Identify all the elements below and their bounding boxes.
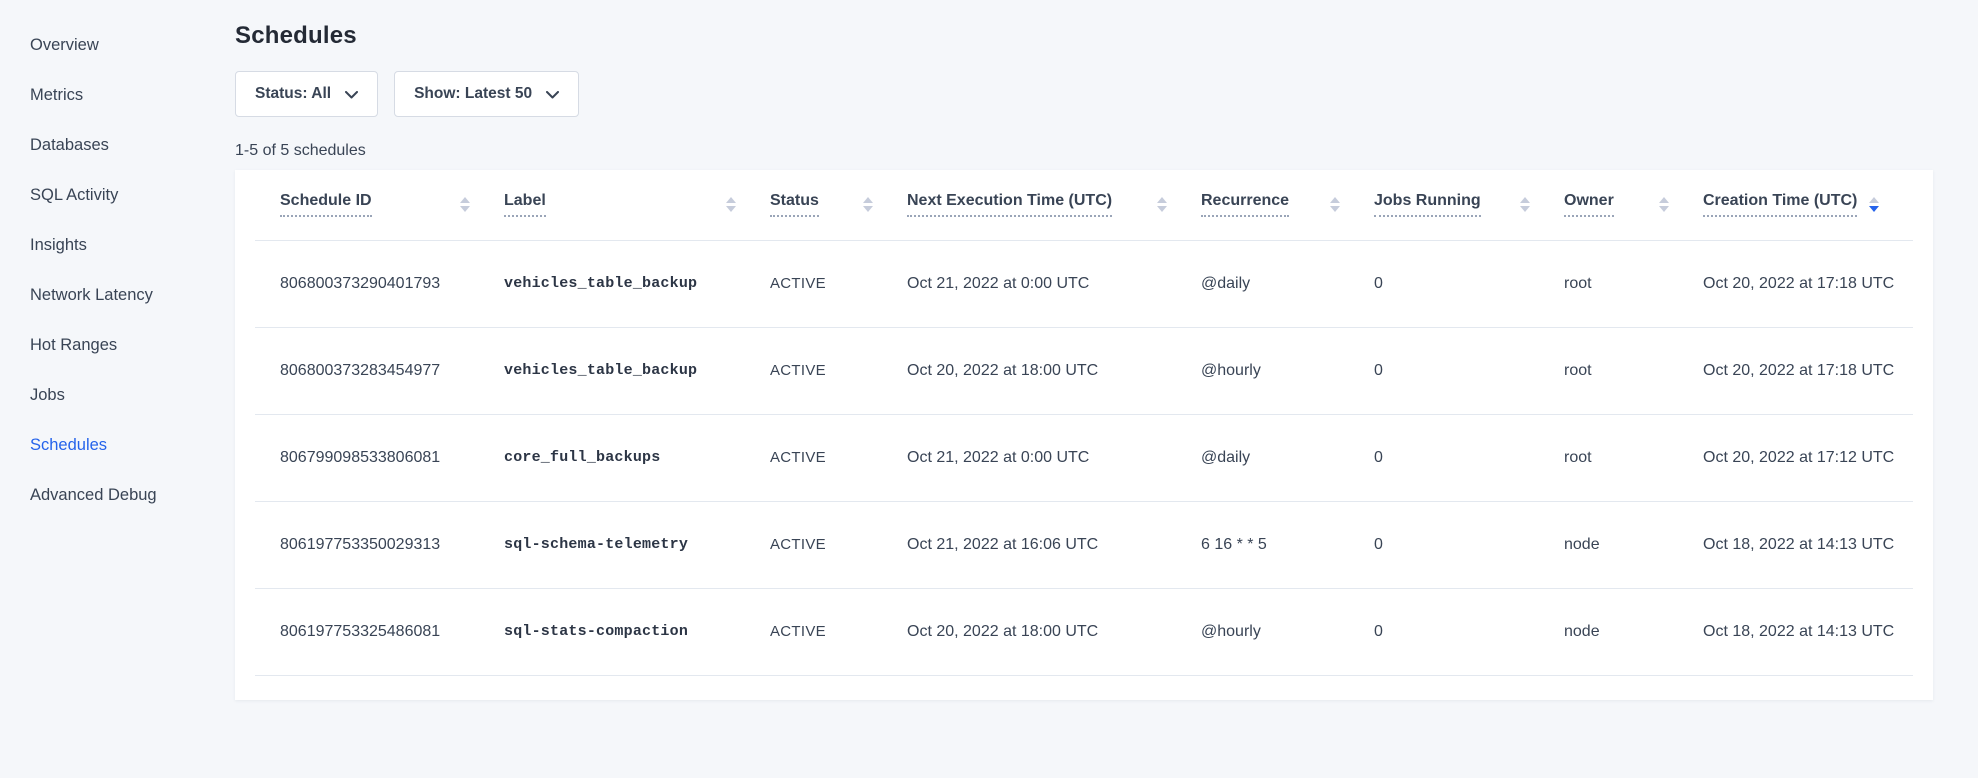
page-title: Schedules [235,22,1978,50]
cell-label: sql-schema-telemetry [504,501,770,588]
sidebar-item-databases[interactable]: Databases [0,120,235,170]
cell-owner: root [1564,327,1703,414]
cell-schedule-id: 806800373283454977 [255,327,504,414]
show-limit-dropdown[interactable]: Show: Latest 50 [394,71,579,117]
sort-icon [863,197,873,212]
cell-next-execution: Oct 21, 2022 at 0:00 UTC [907,414,1201,501]
cell-schedule-id: 806800373290401793 [255,240,504,327]
cell-creation-time: Oct 20, 2022 at 17:12 UTC [1703,414,1913,501]
cell-recurrence: @daily [1201,414,1374,501]
sort-icon [1157,197,1167,212]
cell-status: ACTIVE [770,501,907,588]
sort-icon [1330,197,1340,212]
column-header-label[interactable]: Label [504,170,770,240]
cell-schedule-id: 806197753325486081 [255,588,504,675]
cell-jobs-running: 0 [1374,588,1564,675]
cell-jobs-running: 0 [1374,327,1564,414]
results-count: 1-5 of 5 schedules [235,142,1978,160]
table-row: 806197753350029313 sql-schema-telemetry … [255,501,1913,588]
cell-status: ACTIVE [770,240,907,327]
schedules-table-card: Schedule ID Label Status Next Execution … [235,170,1933,700]
cell-owner: root [1564,240,1703,327]
main-content: Schedules Status: All Show: Latest 50 1-… [235,0,1978,700]
cell-creation-time: Oct 20, 2022 at 17:18 UTC [1703,240,1913,327]
cell-recurrence: @hourly [1201,588,1374,675]
cell-label: vehicles_table_backup [504,327,770,414]
cell-schedule-id: 806799098533806081 [255,414,504,501]
show-limit-label: Show: Latest 50 [414,85,532,103]
cell-recurrence: 6 16 * * 5 [1201,501,1374,588]
column-header-recurrence[interactable]: Recurrence [1201,170,1374,240]
cell-label: vehicles_table_backup [504,240,770,327]
sort-icon [1520,197,1530,212]
sidebar-item-insights[interactable]: Insights [0,220,235,270]
sort-icon [1869,197,1879,212]
sidebar-item-hot-ranges[interactable]: Hot Ranges [0,320,235,370]
cell-creation-time: Oct 20, 2022 at 17:18 UTC [1703,327,1913,414]
status-filter-label: Status: All [255,85,331,103]
chevron-down-icon [546,86,559,104]
cell-creation-time: Oct 18, 2022 at 14:13 UTC [1703,501,1913,588]
cell-creation-time: Oct 18, 2022 at 14:13 UTC [1703,588,1913,675]
column-header-jobs-running[interactable]: Jobs Running [1374,170,1564,240]
column-header-next-execution-time[interactable]: Next Execution Time (UTC) [907,170,1201,240]
cell-next-execution: Oct 20, 2022 at 18:00 UTC [907,327,1201,414]
table-row: 806197753325486081 sql-stats-compaction … [255,588,1913,675]
cell-status: ACTIVE [770,414,907,501]
column-header-creation-time[interactable]: Creation Time (UTC) [1703,170,1913,240]
sidebar: Overview Metrics Databases SQL Activity … [0,0,235,778]
sidebar-item-metrics[interactable]: Metrics [0,70,235,120]
table-row: 806799098533806081 core_full_backups ACT… [255,414,1913,501]
cell-jobs-running: 0 [1374,414,1564,501]
cell-recurrence: @hourly [1201,327,1374,414]
status-filter-dropdown[interactable]: Status: All [235,71,378,117]
sidebar-item-schedules[interactable]: Schedules [0,420,235,470]
sort-icon [460,197,470,212]
column-header-schedule-id[interactable]: Schedule ID [255,170,504,240]
schedules-table: Schedule ID Label Status Next Execution … [255,170,1913,676]
cell-jobs-running: 0 [1374,501,1564,588]
cell-owner: node [1564,501,1703,588]
sidebar-item-jobs[interactable]: Jobs [0,370,235,420]
cell-status: ACTIVE [770,588,907,675]
table-header-row: Schedule ID Label Status Next Execution … [255,170,1913,240]
cell-label: sql-stats-compaction [504,588,770,675]
cell-label: core_full_backups [504,414,770,501]
column-header-status[interactable]: Status [770,170,907,240]
cell-owner: root [1564,414,1703,501]
cell-owner: node [1564,588,1703,675]
cell-next-execution: Oct 21, 2022 at 16:06 UTC [907,501,1201,588]
sidebar-item-network-latency[interactable]: Network Latency [0,270,235,320]
sort-icon [726,197,736,212]
filters-bar: Status: All Show: Latest 50 [235,71,1978,117]
sidebar-item-sql-activity[interactable]: SQL Activity [0,170,235,220]
cell-next-execution: Oct 20, 2022 at 18:00 UTC [907,588,1201,675]
cell-jobs-running: 0 [1374,240,1564,327]
cell-status: ACTIVE [770,327,907,414]
cell-recurrence: @daily [1201,240,1374,327]
table-row: 806800373290401793 vehicles_table_backup… [255,240,1913,327]
cell-schedule-id: 806197753350029313 [255,501,504,588]
table-row: 806800373283454977 vehicles_table_backup… [255,327,1913,414]
sidebar-item-overview[interactable]: Overview [0,20,235,70]
cell-next-execution: Oct 21, 2022 at 0:00 UTC [907,240,1201,327]
sidebar-item-advanced-debug[interactable]: Advanced Debug [0,470,235,520]
sort-icon [1659,197,1669,212]
column-header-owner[interactable]: Owner [1564,170,1703,240]
chevron-down-icon [345,86,358,104]
